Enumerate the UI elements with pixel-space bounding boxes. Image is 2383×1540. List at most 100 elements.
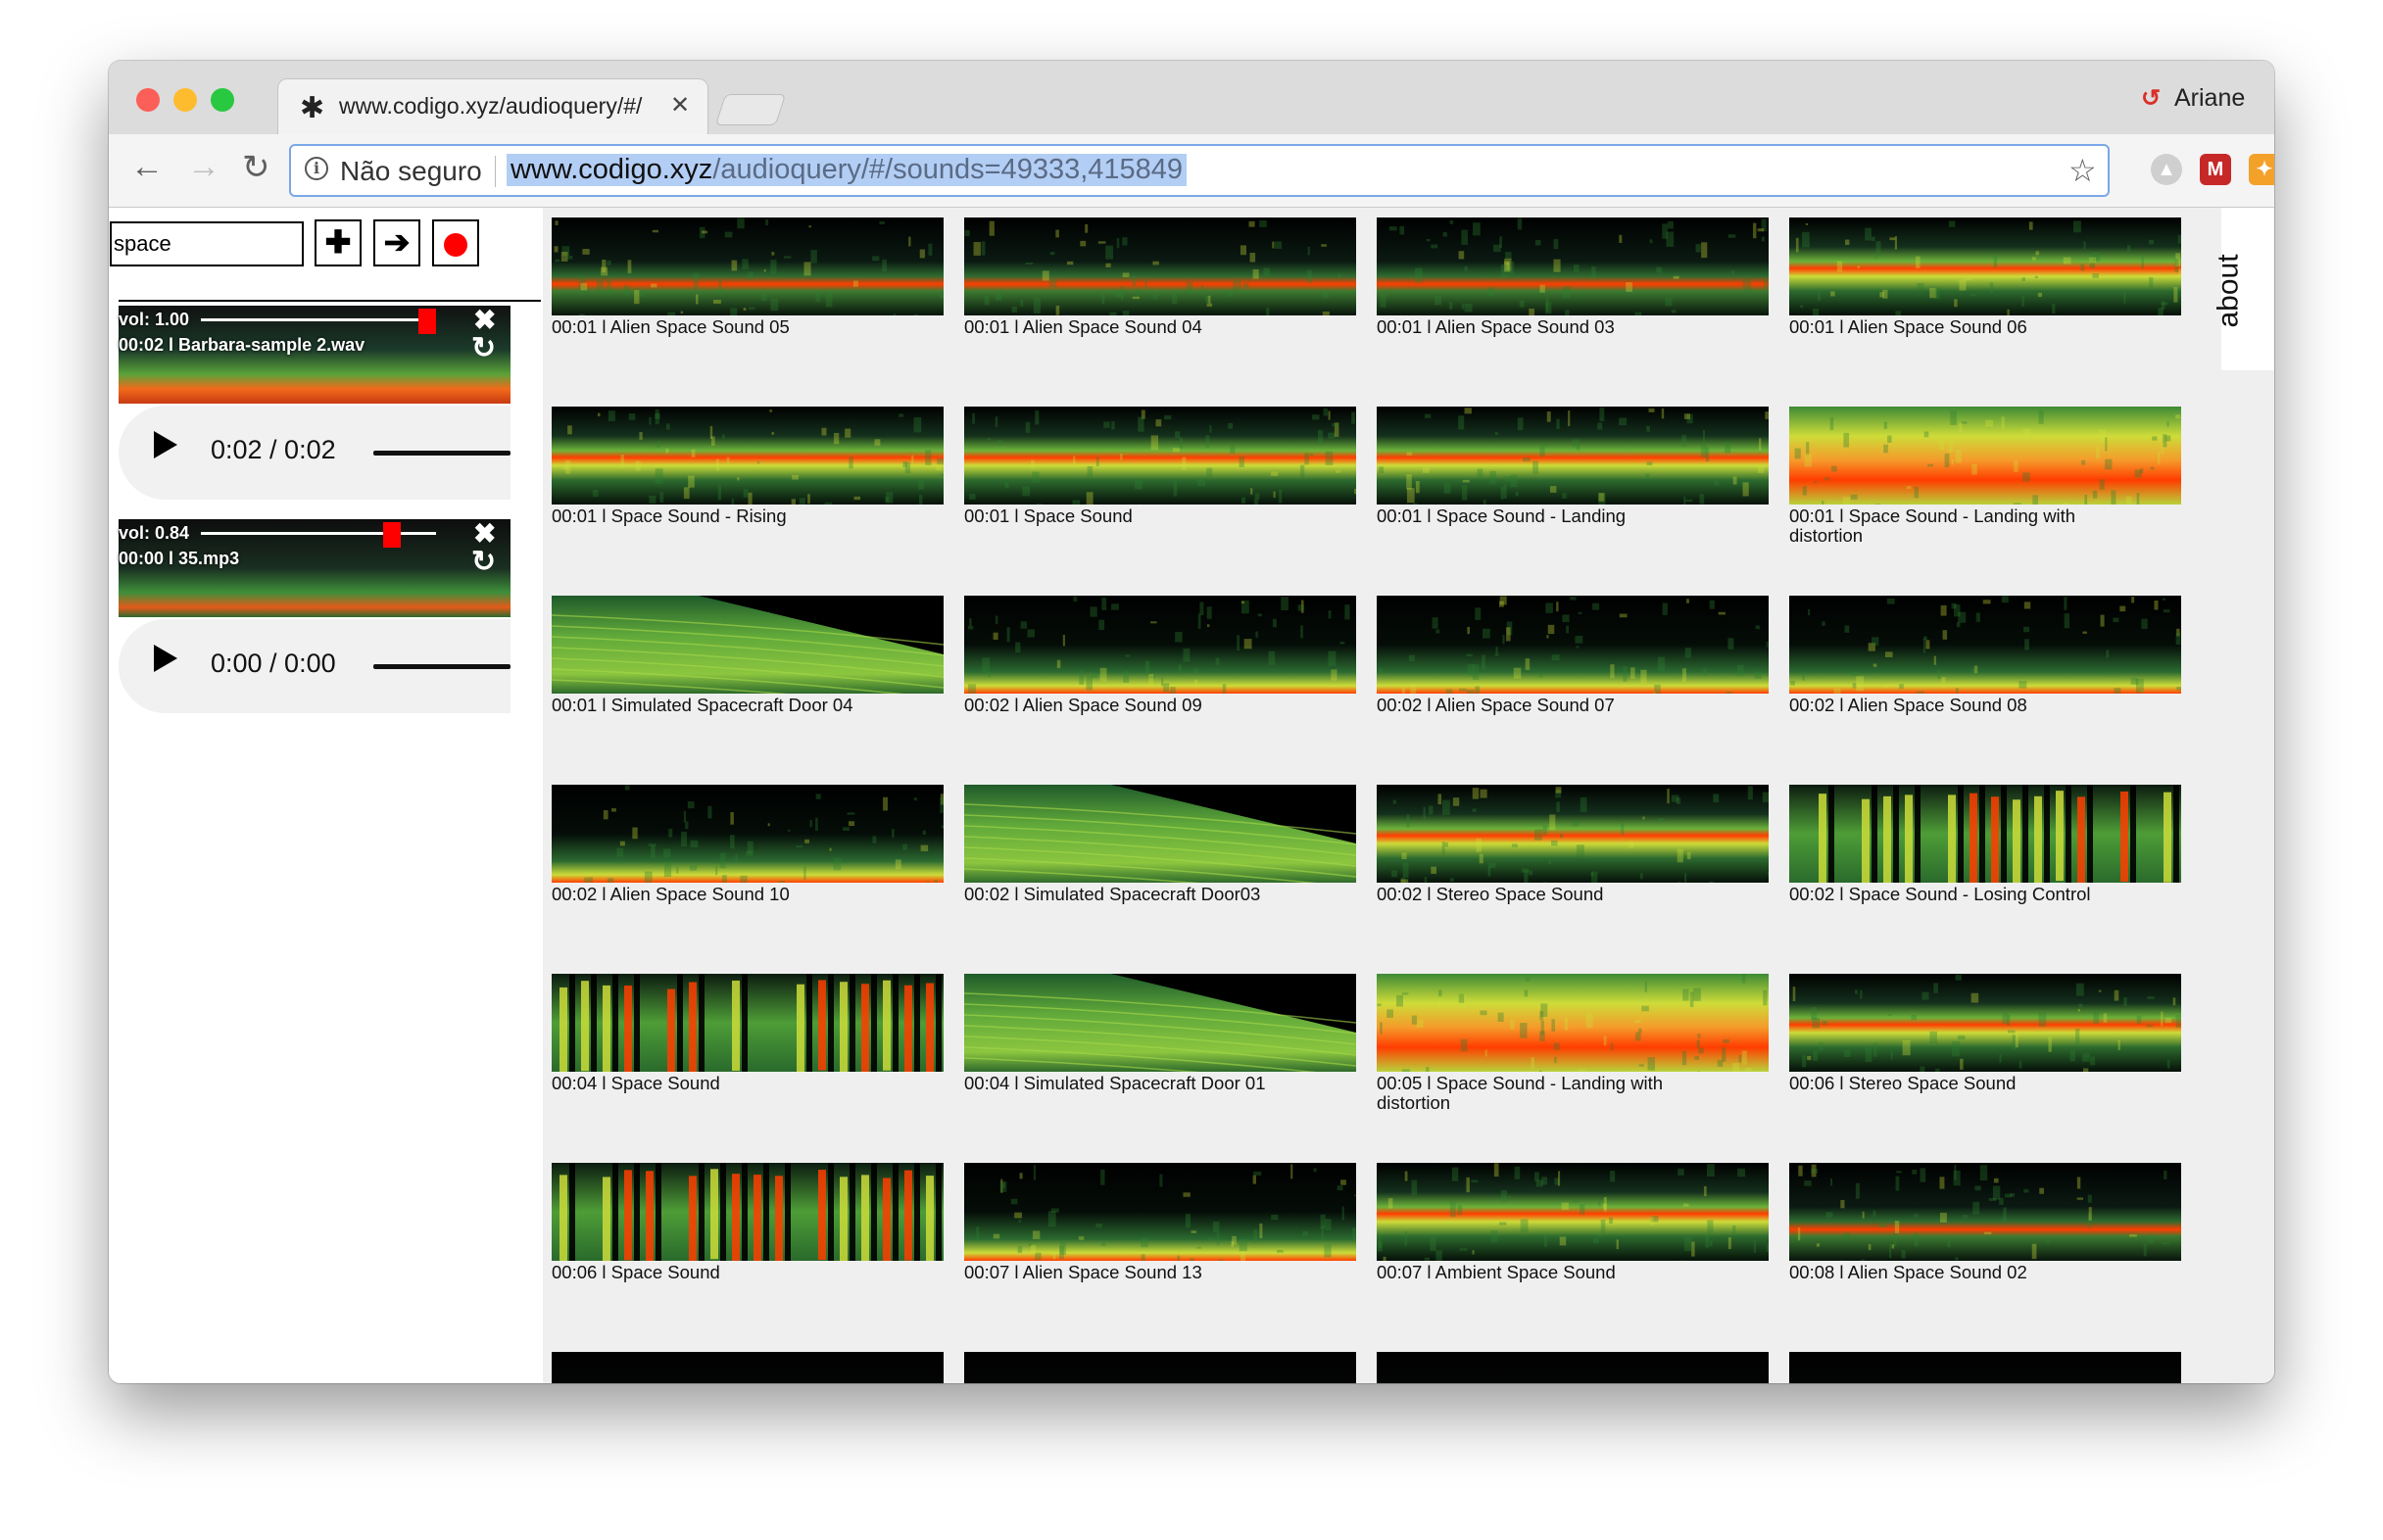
sound-card[interactable] bbox=[552, 1352, 944, 1383]
spectrogram-thumbnail[interactable] bbox=[964, 596, 1356, 694]
sound-card[interactable]: 00:01 l Simulated Spacecraft Door 04 bbox=[552, 596, 944, 715]
spectrogram-thumbnail[interactable] bbox=[1789, 407, 2181, 505]
spectrogram-thumbnail[interactable] bbox=[1377, 407, 1769, 505]
spectrogram-thumbnail[interactable] bbox=[1789, 596, 2181, 694]
play-icon[interactable] bbox=[154, 431, 177, 458]
bookmark-star-icon[interactable]: ☆ bbox=[2068, 152, 2097, 189]
loop-icon[interactable]: ↻ bbox=[471, 331, 496, 365]
sound-card[interactable]: 00:01 l Space Sound bbox=[964, 407, 1356, 526]
spectrogram-thumbnail[interactable] bbox=[552, 596, 944, 694]
forward-arrow-icon[interactable]: → bbox=[187, 148, 220, 186]
add-button[interactable]: ✚ bbox=[315, 219, 362, 266]
spectrogram-thumbnail[interactable] bbox=[1789, 785, 2181, 883]
sound-card[interactable]: 00:04 l Simulated Spacecraft Door 01 bbox=[964, 974, 1356, 1093]
spectrogram-thumbnail[interactable] bbox=[964, 217, 1356, 315]
spectrogram-thumbnail[interactable] bbox=[1377, 785, 1769, 883]
drive-extension-icon[interactable]: ▲ bbox=[2151, 154, 2182, 185]
sound-card[interactable] bbox=[1377, 1352, 1769, 1383]
sound-card[interactable]: 00:08 l Alien Space Sound 02 bbox=[1789, 1163, 2181, 1282]
wand-extension-icon[interactable]: ✦ bbox=[2249, 154, 2274, 185]
sound-card[interactable]: 00:02 l Alien Space Sound 10 bbox=[552, 785, 944, 904]
sound-card[interactable]: 00:01 l Space Sound - Landing bbox=[1377, 407, 1769, 526]
volume-slider[interactable] bbox=[201, 309, 436, 334]
sound-card[interactable]: 00:01 l Alien Space Sound 03 bbox=[1377, 217, 1769, 337]
spectrogram-thumbnail[interactable] bbox=[1789, 217, 2181, 315]
spectrogram-thumbnail[interactable] bbox=[964, 407, 1356, 505]
spectrogram-thumbnail[interactable] bbox=[964, 785, 1356, 883]
seek-bar[interactable] bbox=[373, 451, 511, 456]
sound-card[interactable]: 00:02 l Stereo Space Sound bbox=[1377, 785, 1769, 904]
spectrogram-thumbnail[interactable] bbox=[1377, 1163, 1769, 1261]
sound-card[interactable]: 00:02 l Alien Space Sound 09 bbox=[964, 596, 1356, 715]
spectrogram-thumbnail[interactable] bbox=[1377, 974, 1769, 1072]
sound-card[interactable]: 00:01 l Alien Space Sound 05 bbox=[552, 217, 944, 337]
audio-player: 0:00 / 0:00 bbox=[119, 619, 511, 713]
spectrogram-thumbnail[interactable] bbox=[964, 974, 1356, 1072]
mendeley-extension-icon[interactable]: M bbox=[2200, 154, 2231, 185]
spectrogram-thumbnail[interactable] bbox=[552, 974, 944, 1072]
sound-card[interactable]: 00:02 l Space Sound - Losing Control bbox=[1789, 785, 2181, 904]
sound-card[interactable]: 00:07 l Ambient Space Sound bbox=[1377, 1163, 1769, 1282]
go-button[interactable]: ➔ bbox=[373, 219, 420, 266]
browser-tab[interactable]: ✱ www.codigo.xyz/audioquery/#/ ✕ bbox=[277, 78, 708, 135]
sound-card[interactable]: 00:06 l Stereo Space Sound bbox=[1789, 974, 2181, 1093]
spectrogram-thumbnail[interactable] bbox=[552, 217, 944, 315]
sound-card[interactable]: 00:01 l Alien Space Sound 04 bbox=[964, 217, 1356, 337]
tab-close-icon[interactable]: ✕ bbox=[670, 91, 690, 120]
volume-slider[interactable] bbox=[201, 522, 436, 548]
sound-card[interactable]: 00:01 l Space Sound - Landing with disto… bbox=[1789, 407, 2181, 546]
spectrogram-thumbnail[interactable] bbox=[552, 407, 944, 505]
sound-card[interactable]: 00:02 l Alien Space Sound 08 bbox=[1789, 596, 2181, 715]
volume-handle[interactable] bbox=[418, 309, 436, 334]
loop-icon[interactable]: ↻ bbox=[471, 545, 496, 579]
sound-caption: 00:01 l Space Sound - Landing bbox=[1377, 505, 1627, 526]
spectrogram-thumbnail[interactable] bbox=[1377, 1352, 1769, 1383]
record-icon bbox=[444, 232, 467, 257]
sound-card[interactable]: 00:02 l Alien Space Sound 07 bbox=[1377, 596, 1769, 715]
volume-handle[interactable] bbox=[383, 522, 402, 548]
minimize-window-button[interactable] bbox=[173, 88, 197, 112]
profile-name[interactable]: Ariane bbox=[2174, 84, 2245, 113]
spectrogram-thumbnail[interactable] bbox=[1377, 217, 1769, 315]
about-tab[interactable]: about bbox=[2213, 208, 2274, 370]
spectrogram-thumbnail[interactable] bbox=[1377, 596, 1769, 694]
search-input[interactable] bbox=[110, 221, 304, 266]
spectrogram-thumbnail[interactable] bbox=[964, 1352, 1356, 1383]
sound-card[interactable]: 00:06 l Space Sound bbox=[552, 1163, 944, 1282]
reload-icon[interactable]: ↻ bbox=[242, 148, 270, 187]
info-icon[interactable]: i bbox=[305, 157, 328, 180]
sound-card[interactable]: 00:02 l Simulated Spacecraft Door03 bbox=[964, 785, 1356, 904]
spectrogram-thumbnail[interactable] bbox=[1789, 1163, 2181, 1261]
browser-toolbar: ← → ↻ i Não seguro www.codigo.xyz/audioq… bbox=[109, 134, 2274, 208]
zoom-window-button[interactable] bbox=[211, 88, 234, 112]
spectrogram-thumbnail[interactable] bbox=[1789, 1352, 2181, 1383]
play-icon[interactable] bbox=[154, 645, 177, 672]
sound-card[interactable]: 00:01 l Alien Space Sound 06 bbox=[1789, 217, 2181, 337]
sound-caption: 00:02 l Alien Space Sound 08 bbox=[1789, 695, 2027, 715]
new-tab-button[interactable] bbox=[714, 94, 787, 125]
seek-bar[interactable] bbox=[373, 664, 511, 669]
profile-sync-icon[interactable]: ↺ bbox=[2141, 84, 2161, 113]
spectrogram-thumbnail[interactable] bbox=[964, 1163, 1356, 1261]
sound-caption: 00:02 l Alien Space Sound 07 bbox=[1377, 695, 1615, 715]
url-text[interactable]: www.codigo.xyz/audioquery/#/sounds=49333… bbox=[507, 154, 1188, 186]
sound-card[interactable]: 00:01 l Space Sound - Rising bbox=[552, 407, 944, 526]
sound-caption: 00:02 l Alien Space Sound 10 bbox=[552, 884, 790, 904]
sound-caption: 00:01 l Space Sound bbox=[964, 505, 1133, 526]
record-button[interactable] bbox=[432, 219, 479, 266]
spectrogram-thumbnail[interactable] bbox=[552, 1352, 944, 1383]
address-bar[interactable]: i Não seguro www.codigo.xyz/audioquery/#… bbox=[289, 144, 2110, 197]
spectrogram-thumbnail[interactable] bbox=[1789, 974, 2181, 1072]
player-time: 0:00 / 0:00 bbox=[211, 649, 336, 678]
sound-card[interactable]: 00:04 l Space Sound bbox=[552, 974, 944, 1093]
sound-card[interactable] bbox=[964, 1352, 1356, 1383]
close-window-button[interactable] bbox=[136, 88, 160, 112]
spectrogram-thumbnail[interactable] bbox=[552, 785, 944, 883]
sound-caption: 00:01 l Alien Space Sound 06 bbox=[1789, 316, 2027, 337]
security-label[interactable]: Não seguro bbox=[340, 156, 482, 187]
sound-card[interactable]: 00:05 l Space Sound - Landing with disto… bbox=[1377, 974, 1769, 1113]
sound-card[interactable] bbox=[1789, 1352, 2181, 1383]
spectrogram-thumbnail[interactable] bbox=[552, 1163, 944, 1261]
sound-card[interactable]: 00:07 l Alien Space Sound 13 bbox=[964, 1163, 1356, 1282]
back-arrow-icon[interactable]: ← bbox=[130, 148, 164, 186]
